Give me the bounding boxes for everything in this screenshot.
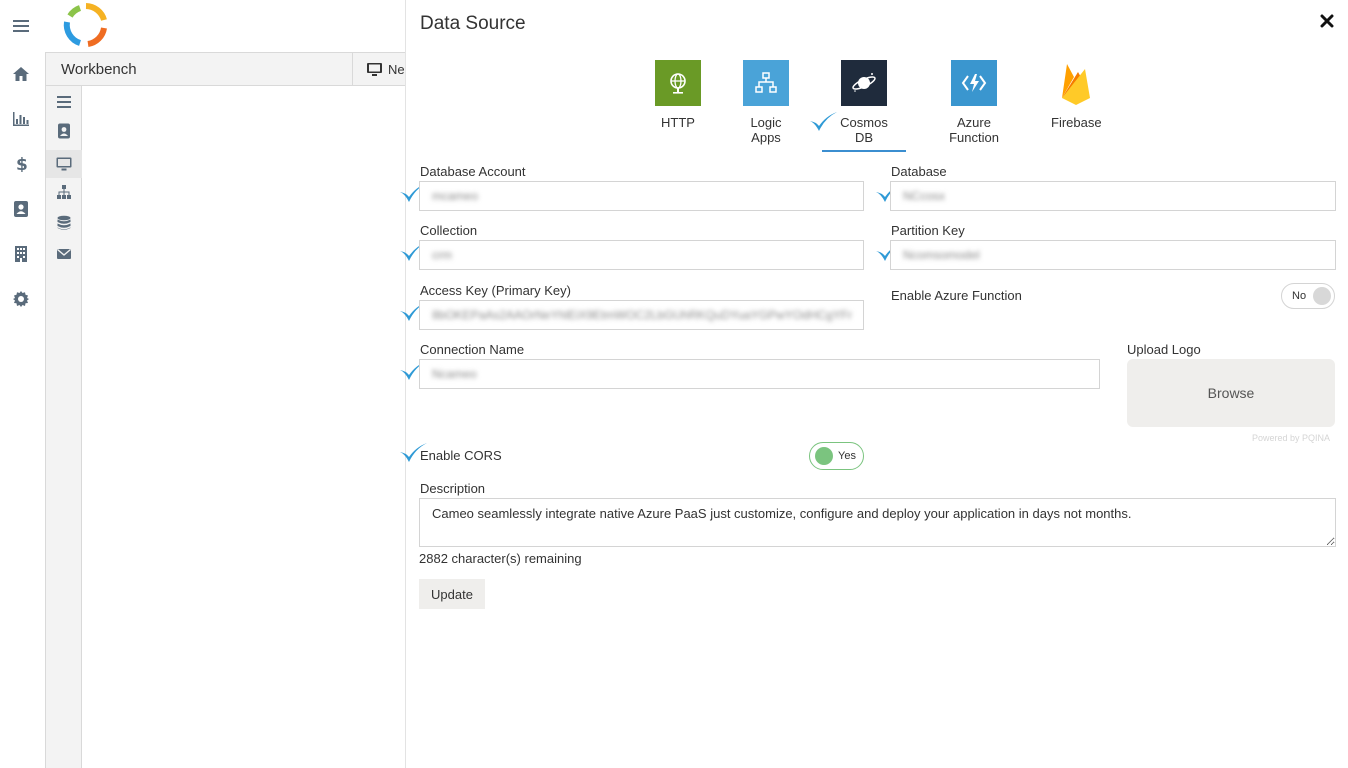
home-icon[interactable] [10, 64, 32, 84]
monitor-icon [367, 63, 382, 76]
desktop-icon[interactable] [46, 150, 82, 178]
collection-input[interactable]: crm [419, 240, 864, 270]
menu-icon[interactable] [10, 16, 32, 36]
sitemap-icon[interactable] [55, 183, 73, 201]
left-nav-rail: $ [0, 0, 44, 768]
workbench-title: Workbench [61, 61, 137, 78]
lightning-icon [951, 60, 997, 106]
access-key-input[interactable]: 8bOKEPaAs2AAOrNeYhlEiX9EtmWOC2LbGUhRKQuD… [419, 300, 864, 330]
svg-text:$: $ [16, 155, 28, 172]
new-button[interactable]: Ne [352, 53, 412, 86]
tab-label: Firebase [1051, 115, 1102, 130]
workbench-toolbar [45, 86, 82, 768]
globe-icon [655, 60, 701, 106]
powered-by-text: Powered by PQINA [1252, 433, 1331, 443]
database-account-label: Database Account [420, 164, 526, 179]
database-label: Database [891, 164, 947, 179]
tab-label: Logic Apps [750, 115, 782, 145]
tab-label: Cosmos DB [840, 115, 888, 145]
tab-logic-apps[interactable]: Logic Apps [736, 60, 796, 145]
tab-label: Azure Function [949, 115, 999, 145]
new-button-label: Ne [388, 62, 405, 77]
toggle-state: No [1292, 290, 1307, 302]
partition-key-label: Partition Key [891, 223, 965, 238]
bar-chart-icon[interactable] [10, 109, 32, 129]
sitemap-icon [743, 60, 789, 106]
browse-button[interactable]: Browse [1127, 359, 1335, 427]
tab-firebase[interactable]: Firebase [1051, 60, 1102, 130]
firebase-flame-icon [1053, 60, 1099, 106]
gear-icon[interactable] [10, 289, 32, 309]
toggle-state: Yes [838, 450, 856, 462]
check-icon [808, 111, 838, 133]
database-icon[interactable] [55, 214, 73, 232]
contact-card-icon[interactable] [10, 199, 32, 219]
close-icon[interactable] [1320, 14, 1336, 30]
connection-name-input[interactable]: Ncameo [419, 359, 1100, 389]
enable-azure-function-toggle[interactable]: No [1281, 283, 1335, 309]
update-button[interactable]: Update [419, 579, 485, 609]
enable-azure-function-label: Enable Azure Function [891, 288, 1022, 303]
upload-logo-label: Upload Logo [1127, 342, 1201, 357]
tab-http[interactable]: HTTP [655, 60, 701, 130]
dollar-icon[interactable]: $ [10, 153, 32, 173]
database-input[interactable]: NCcosx [890, 181, 1336, 211]
description-textarea[interactable]: Cameo seamlessly integrate native Azure … [419, 498, 1336, 547]
active-tab-underline [822, 150, 906, 152]
tab-azure-function[interactable]: Azure Function [932, 60, 1016, 145]
collection-label: Collection [420, 223, 478, 238]
cameo-logo[interactable] [62, 2, 110, 48]
toggle-knob [815, 447, 833, 465]
envelope-icon[interactable] [55, 245, 73, 263]
tab-label: HTTP [661, 115, 695, 130]
enable-cors-toggle[interactable]: Yes [809, 442, 864, 470]
workbench-header: Workbench Ne [45, 52, 406, 86]
contacts-icon[interactable] [55, 122, 73, 140]
toggle-knob [1313, 287, 1331, 305]
tab-cosmos-db[interactable]: Cosmos DB [822, 60, 906, 152]
database-account-input[interactable]: mcameo [419, 181, 864, 211]
planet-icon [841, 60, 887, 106]
list-icon[interactable] [55, 93, 73, 111]
panel-title: Data Source [420, 13, 526, 34]
access-key-label: Access Key (Primary Key) [420, 283, 571, 298]
character-count: 2882 character(s) remaining [419, 551, 582, 566]
connection-name-label: Connection Name [420, 342, 525, 357]
data-source-panel: Data Source HTTP Logic Apps Cosmos DB Az… [400, 0, 1348, 768]
partition-key-input[interactable]: Ncomsomodel [890, 240, 1336, 270]
enable-cors-label: Enable CORS [420, 448, 502, 463]
description-label: Description [420, 481, 486, 496]
building-icon[interactable] [10, 244, 32, 264]
